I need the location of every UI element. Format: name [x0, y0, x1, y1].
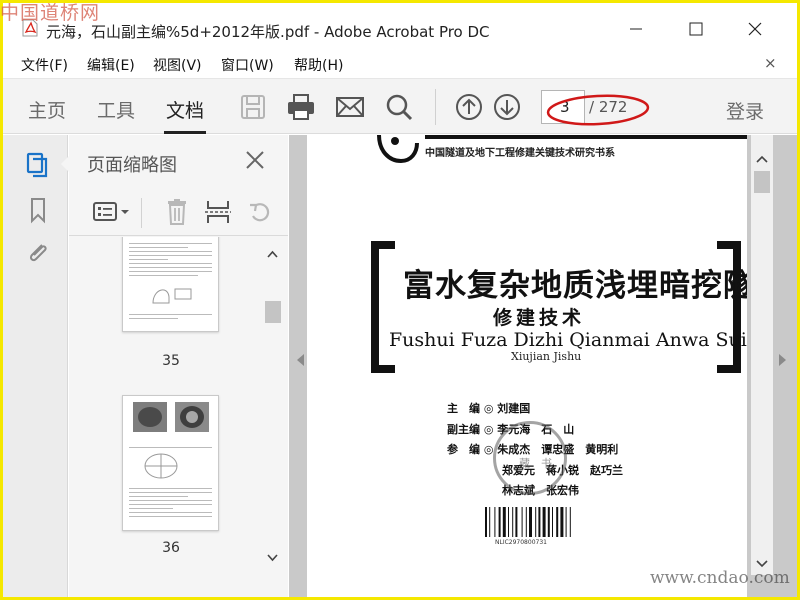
- thumbnail-toolbar: [69, 190, 288, 236]
- library-stamp-text: 藏 书: [519, 457, 552, 470]
- close-window-button[interactable]: [740, 17, 770, 41]
- book-subtitle: 修建技术: [493, 307, 586, 329]
- menu-bar: 文件(F) 编辑(E) 视图(V) 窗口(W) 帮助(H) ×: [3, 49, 797, 77]
- delete-page-icon[interactable]: [162, 198, 192, 226]
- page-thumbnails-icon[interactable]: [24, 151, 52, 179]
- thumbnail-diagram: [144, 453, 178, 479]
- menu-edit[interactable]: 编辑(E): [87, 55, 135, 75]
- bookmarks-icon[interactable]: [24, 196, 52, 224]
- collapse-left-arrow[interactable]: [295, 353, 305, 367]
- document-view: 中国隧道及地下工程修建关键技术研究书系 富水复杂地质浅埋暗挖隧道 修建技术 Fu…: [289, 135, 797, 597]
- red-highlight-ellipse: [546, 94, 650, 126]
- book-subtitle-pinyin: Xiujian Jishu: [511, 350, 582, 363]
- site-watermark-bottom: www.cndao.com: [650, 568, 790, 588]
- book-title: 富水复杂地质浅埋暗挖隧道: [403, 268, 747, 304]
- close-panel-icon[interactable]: [244, 149, 266, 171]
- search-icon[interactable]: [383, 91, 415, 123]
- extract-page-icon[interactable]: [203, 198, 233, 226]
- toolbar-separator: [435, 89, 436, 125]
- thumbnail-label-36: 36: [162, 540, 180, 556]
- thumbnail-label-35: 35: [162, 353, 180, 369]
- close-document-button[interactable]: ×: [764, 54, 777, 72]
- barcode-number: NLIC2970800731: [495, 539, 547, 546]
- active-tab-indicator: [164, 131, 206, 134]
- menu-view[interactable]: 视图(V): [153, 55, 202, 75]
- thumbnail-figure: [152, 288, 192, 304]
- thumbnail-panel: 页面缩略图 35 36: [69, 135, 302, 597]
- previous-page-icon[interactable]: [453, 91, 485, 123]
- rotate-page-icon[interactable]: [245, 198, 275, 226]
- header-rule: [425, 135, 747, 139]
- panel-title: 页面缩略图: [87, 155, 177, 176]
- acrobat-window: 元海，石山副主编%5d+2012年版.pdf - Adobe Acrobat P…: [3, 3, 797, 597]
- tab-home[interactable]: 主页: [28, 96, 66, 123]
- thumbnail-scrollbar[interactable]: [261, 237, 284, 573]
- pdf-page[interactable]: 中国隧道及地下工程修建关键技术研究书系 富水复杂地质浅埋暗挖隧道 修建技术 Fu…: [307, 135, 747, 597]
- login-link[interactable]: 登录: [726, 97, 764, 124]
- author-line: 主 编 ◎ 刘建国: [447, 402, 531, 415]
- thumbnail-page-36[interactable]: [122, 395, 219, 531]
- main-toolbar: 主页 工具 文档 3 / 272 登录: [3, 78, 797, 134]
- menu-help[interactable]: 帮助(H): [294, 55, 343, 75]
- book-series: 中国隧道及地下工程修建关键技术研究书系: [425, 148, 615, 159]
- menu-file[interactable]: 文件(F): [21, 55, 68, 75]
- thumbnail-toolbar-separator: [141, 198, 142, 228]
- attachments-icon[interactable]: [24, 239, 52, 267]
- left-title-bracket: [371, 241, 395, 373]
- book-title-pinyin: Fushui Fuza Dizhi Qianmai Anwa Suidao: [389, 329, 747, 351]
- menu-window[interactable]: 窗口(W): [221, 55, 274, 75]
- navigation-rail: [3, 135, 70, 597]
- thumbnail-photos: [133, 402, 209, 432]
- email-icon[interactable]: [334, 91, 366, 123]
- print-icon[interactable]: [285, 91, 317, 123]
- thumbnail-options-icon[interactable]: [91, 198, 131, 226]
- tab-document[interactable]: 文档: [166, 96, 204, 123]
- site-watermark-top: 中国道桥网: [0, 2, 101, 24]
- save-icon[interactable]: [237, 91, 269, 123]
- publisher-logo: [377, 135, 419, 163]
- minimize-button[interactable]: [621, 17, 651, 41]
- thumbnail-list: 35 36: [69, 237, 288, 573]
- window-title: 元海，石山副主编%5d+2012年版.pdf - Adobe Acrobat P…: [46, 23, 490, 41]
- document-scrollbar[interactable]: [751, 135, 773, 575]
- thumbnail-page-35[interactable]: [122, 237, 219, 332]
- collapse-right-arrow[interactable]: [778, 353, 788, 367]
- maximize-button[interactable]: [681, 17, 711, 41]
- title-bar: 元海，石山副主编%5d+2012年版.pdf - Adobe Acrobat P…: [3, 3, 797, 49]
- barcode: [485, 507, 571, 537]
- tab-tools[interactable]: 工具: [97, 96, 135, 123]
- next-page-icon[interactable]: [491, 91, 523, 123]
